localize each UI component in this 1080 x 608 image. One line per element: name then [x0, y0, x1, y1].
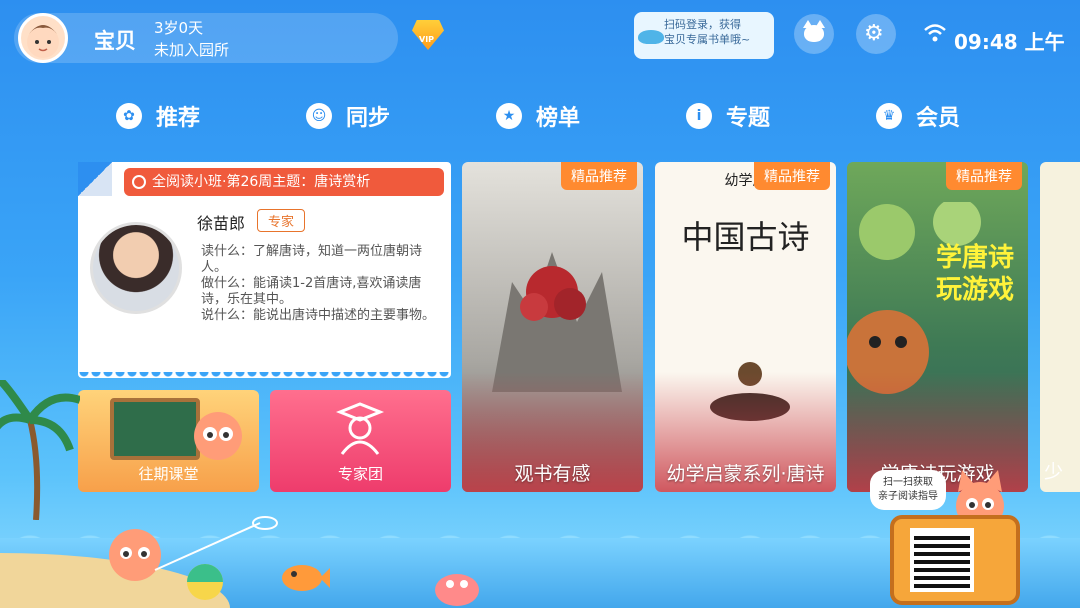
baby-avatar: [18, 13, 68, 63]
theme-description: 读什么：了解唐诗，知道一两位唐朝诗人。 做什么：能诵读1-2首唐诗,喜欢诵读唐诗…: [201, 244, 446, 324]
book-card-2[interactable]: 幼学启 中国古诗 精品推荐 幼学启蒙系列·唐诗: [655, 162, 836, 492]
vip-crown-icon[interactable]: VIP: [412, 20, 444, 50]
book-card-4[interactable]: 少: [1040, 162, 1080, 492]
qr-guide-bubble: 扫一扫获取 亲子阅读指导: [870, 470, 946, 510]
recommend-icon: ✿: [116, 103, 142, 129]
sync-icon: ☺: [306, 103, 332, 129]
wifi-icon: [924, 24, 946, 47]
tab-recommend[interactable]: ✿ 推荐: [116, 99, 200, 133]
palm-tree-icon: [0, 380, 80, 520]
cat-mascot-icon: [194, 412, 242, 460]
crab-icon: [435, 574, 479, 606]
target-icon: [132, 175, 146, 189]
qr-guide-line1: 扫一扫获取: [883, 477, 933, 488]
desc-read: 读什么：了解唐诗，知道一两位唐朝诗人。: [201, 244, 423, 275]
settings-button[interactable]: ⚙: [856, 14, 896, 54]
qr-login-line1: 扫码登录，获得: [664, 18, 741, 31]
school-status: 未加入园所: [154, 41, 230, 59]
featured-badge: 精品推荐: [754, 162, 830, 190]
tab-label: 榜单: [536, 106, 581, 131]
book-card-1[interactable]: 精品推荐 观书有感: [462, 162, 643, 492]
ticket-perforation: [78, 372, 451, 384]
tab-topic[interactable]: i 专题: [686, 99, 770, 133]
cat-icon: [803, 20, 825, 42]
cat-profile-button[interactable]: [794, 14, 834, 54]
book-title: 少: [1044, 461, 1064, 483]
qr-tv-widget[interactable]: 扫一扫获取 亲子阅读指导: [870, 470, 1030, 608]
weekly-theme-card[interactable]: 全阅读小班·第26周主题：唐诗赏析 徐苗郎 专家 读什么：了解唐诗，知道一两位唐…: [78, 162, 451, 384]
tab-ranking[interactable]: ★ 榜单: [496, 99, 580, 133]
featured-badge: 精品推荐: [561, 162, 637, 190]
corner-fold: [78, 162, 112, 196]
clock: 09:48 上午: [954, 30, 1065, 54]
ranking-icon: ★: [496, 103, 522, 129]
desc-say: 说什么：能说出唐诗中描述的主要事物。: [201, 308, 436, 323]
graduate-icon: [335, 402, 385, 455]
gear-icon: ⚙: [864, 21, 884, 46]
tab-label: 推荐: [156, 106, 201, 131]
whale-icon: [638, 30, 664, 44]
theme-text: 全阅读小班·第26周主题：唐诗赏析: [152, 174, 371, 190]
book-title: 幼学启蒙系列·唐诗: [666, 463, 825, 485]
tab-label: 专题: [726, 106, 771, 131]
fish-icon: [282, 565, 330, 591]
cover-title: 学唐诗玩游戏: [935, 243, 1014, 305]
featured-badge: 精品推荐: [946, 162, 1022, 190]
qr-login-line2: 宝贝专属书单哦~: [664, 33, 751, 46]
past-classes-card[interactable]: 往期课堂: [78, 390, 259, 492]
ink-painting-image: [492, 252, 622, 392]
expert-team-label: 专家团: [337, 465, 383, 483]
baby-age: 3岁0天: [154, 19, 204, 37]
chalkboard-image: [110, 398, 200, 460]
expert-name: 徐苗郎: [197, 214, 246, 233]
past-classes-label: 往期课堂: [138, 465, 199, 483]
expert-team-card[interactable]: 专家团: [270, 390, 451, 492]
tab-member[interactable]: ♛ 会员: [876, 99, 960, 133]
crown-icon: ♛: [876, 103, 902, 129]
vip-label: VIP: [419, 35, 435, 44]
book-title: 观书有感: [514, 463, 591, 485]
qr-code-image: [910, 528, 974, 592]
topic-icon: i: [686, 103, 712, 129]
qr-login-banner[interactable]: 扫码登录，获得 宝贝专属书单哦~: [634, 12, 774, 59]
profile-card[interactable]: 宝贝 3岁0天 未加入园所: [14, 13, 398, 63]
beach-ball-icon: [187, 564, 223, 600]
book-card-3[interactable]: 学唐诗玩游戏 精品推荐 学唐诗玩游戏: [847, 162, 1028, 492]
qr-guide-line2: 亲子阅读指导: [878, 491, 938, 502]
desc-do: 做什么：能诵读1-2首唐诗,喜欢诵读唐诗，乐在其中。: [201, 276, 422, 307]
cover-title: 中国古诗: [681, 218, 810, 256]
expert-tag: 专家: [257, 209, 306, 232]
expert-photo: [90, 222, 182, 314]
tab-sync[interactable]: ☺ 同步: [306, 99, 390, 133]
tab-label: 会员: [916, 106, 961, 131]
tab-label: 同步: [346, 106, 391, 131]
baby-name: 宝贝: [94, 29, 136, 53]
theme-banner: 全阅读小班·第26周主题：唐诗赏析: [124, 168, 444, 196]
